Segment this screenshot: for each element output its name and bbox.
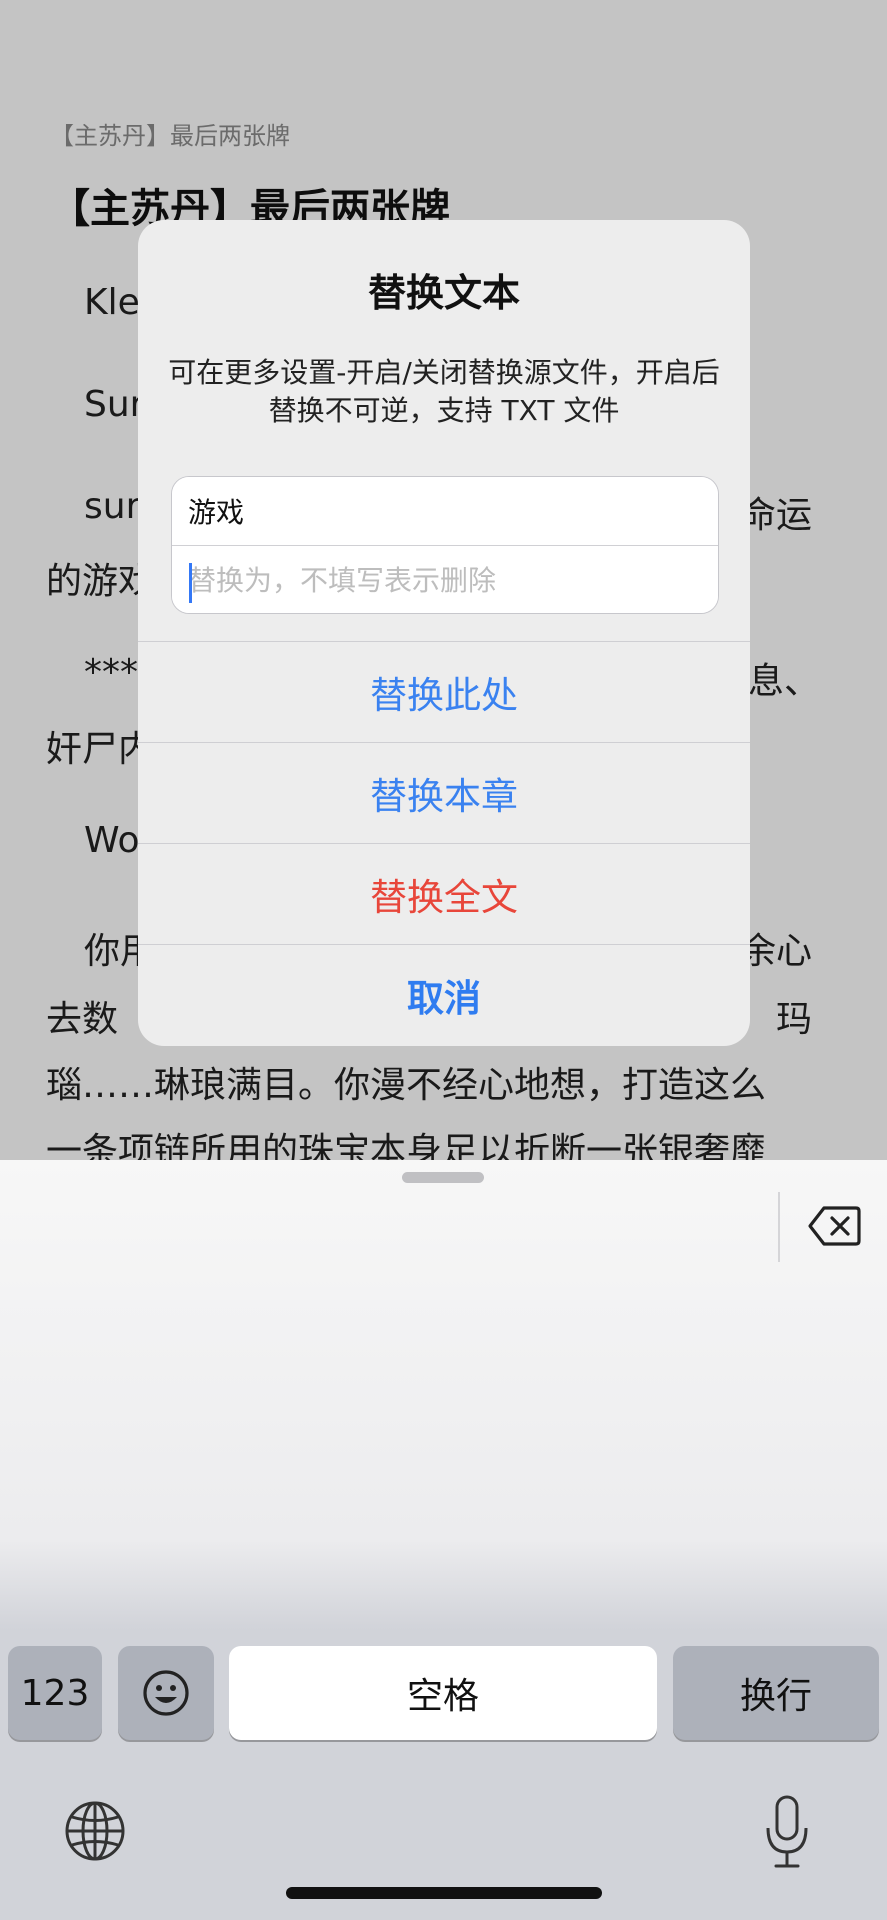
replace-text-dialog: 替换文本 可在更多设置-开启/关闭替换源文件，开启后替换不可逆，支持 TXT 文… [138,220,750,1046]
replace-here-button[interactable]: 替换此处 [138,641,750,742]
candidate-divider [778,1192,780,1262]
emoji-icon [143,1670,189,1716]
microphone-icon[interactable] [764,1794,810,1870]
replace-chapter-button[interactable]: 替换本章 [138,742,750,843]
dialog-actions: 替换此处 替换本章 替换全文 取消 [138,641,750,1045]
return-key[interactable]: 换行 [673,1646,879,1740]
replace-all-button[interactable]: 替换全文 [138,843,750,944]
dialog-title: 替换文本 [367,271,520,315]
emoji-key[interactable] [118,1646,214,1740]
keyboard-grabber[interactable] [402,1172,484,1183]
space-key[interactable]: 空格 [229,1646,657,1740]
input-group [171,476,719,614]
replace-text-input[interactable] [172,546,718,613]
delete-backward-icon[interactable] [806,1202,862,1250]
find-text-input[interactable] [172,477,718,545]
keyboard: 123 空格 换行 [0,1160,887,1920]
numbers-key[interactable]: 123 [8,1646,102,1740]
home-indicator [286,1887,602,1899]
cancel-button[interactable]: 取消 [138,944,750,1045]
dialog-message: 可在更多设置-开启/关闭替换源文件，开启后替换不可逆，支持 TXT 文件 [168,356,720,427]
globe-icon[interactable] [64,1800,126,1862]
text-caret [189,563,192,603]
